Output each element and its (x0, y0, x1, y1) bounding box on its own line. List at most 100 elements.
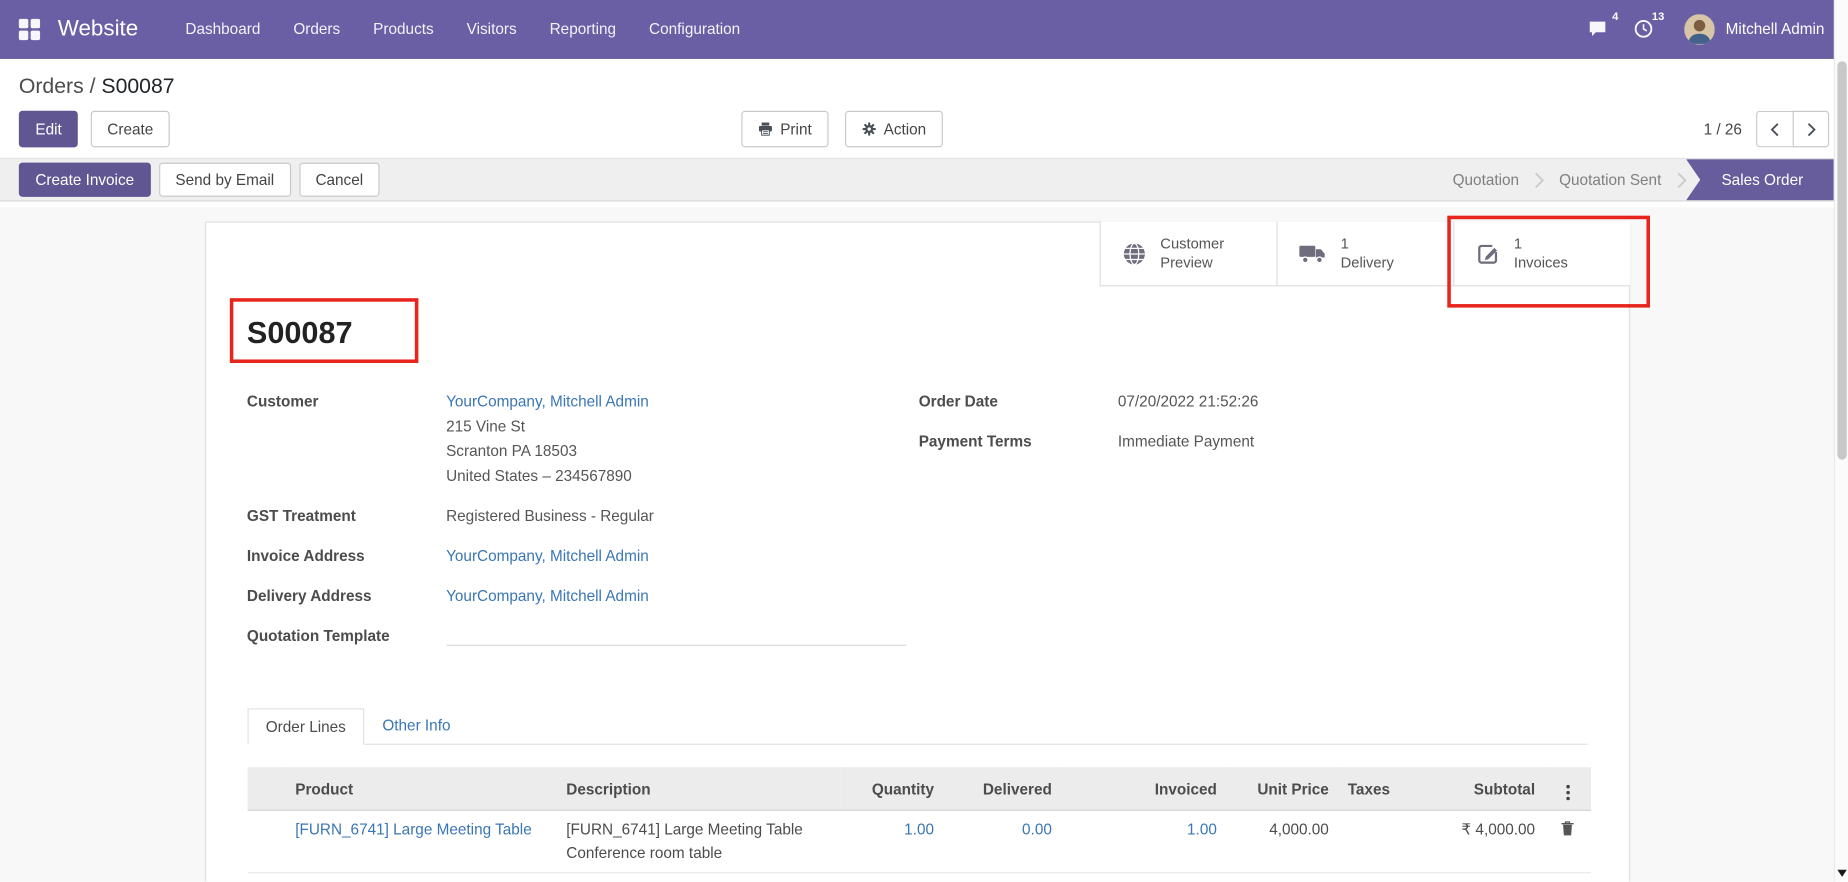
column-delivered[interactable]: Delivered (943, 767, 1061, 810)
order-sheet: Customer Preview 1 Delivery (204, 222, 1629, 882)
menu-dashboard[interactable]: Dashboard (169, 0, 277, 58)
pager: 1 / 26 (1704, 111, 1830, 148)
action-button[interactable]: Action (845, 111, 943, 148)
scrollbar-thumb[interactable] (1837, 61, 1846, 459)
order-line-row[interactable]: [FURN_6741] Large Meeting Table [FURN_67… (247, 810, 1591, 872)
messages-button[interactable]: 4 (1588, 19, 1608, 39)
table-header-row: Product Description Quantity Delivered I… (247, 767, 1591, 810)
quotation-template-value[interactable] (446, 623, 906, 645)
clock-icon (1634, 19, 1654, 39)
customer-link[interactable]: YourCompany, Mitchell Admin (446, 392, 649, 410)
taxes-cell (1338, 810, 1409, 872)
payment-terms-value: Immediate Payment (1118, 429, 1254, 454)
product-link[interactable]: [FURN_6741] Large Meeting Table (295, 820, 531, 838)
chevron-right-icon (1806, 122, 1815, 136)
breadcrumb-separator: / (90, 74, 96, 98)
subtotal-cell: ₹ 4,000.00 (1409, 810, 1545, 872)
user-name: Mitchell Admin (1726, 20, 1825, 38)
field-payment-terms: Payment Terms Immediate Payment (919, 429, 1587, 454)
delete-line-button[interactable] (1558, 818, 1577, 843)
column-quantity[interactable]: Quantity (840, 767, 944, 810)
handle-column-header (247, 767, 286, 810)
stat-button-box: Customer Preview 1 Delivery (1099, 222, 1629, 287)
pager-next-button[interactable] (1793, 111, 1830, 148)
gst-treatment-value: Registered Business - Regular (446, 503, 654, 528)
payment-terms-label: Payment Terms (919, 429, 1118, 454)
statusbar: Quotation Quotation Sent Sales Order (1437, 159, 1834, 200)
column-taxes[interactable]: Taxes (1338, 767, 1409, 810)
printer-icon (758, 121, 773, 136)
column-product[interactable]: Product (286, 767, 557, 810)
pager-value: 1 / 26 (1704, 120, 1742, 138)
field-invoice-address: Invoice Address YourCompany, Mitchell Ad… (247, 543, 919, 568)
field-customer: Customer YourCompany, Mitchell Admin 215… (247, 389, 919, 488)
user-menu[interactable]: Mitchell Admin (1684, 14, 1824, 45)
chat-icon (1588, 19, 1608, 39)
quantity-cell: 1.00 (840, 810, 944, 872)
main-menu: Dashboard Orders Products Visitors Repor… (169, 0, 757, 58)
app-title[interactable]: Website (58, 16, 138, 42)
field-order-date: Order Date 07/20/2022 21:52:26 (919, 389, 1587, 414)
create-button[interactable]: Create (91, 111, 170, 148)
field-gst-treatment: GST Treatment Registered Business - Regu… (247, 503, 919, 528)
column-subtotal[interactable]: Subtotal (1409, 767, 1545, 810)
field-delivery-address: Delivery Address YourCompany, Mitchell A… (247, 583, 919, 608)
breadcrumb-orders[interactable]: Orders (19, 74, 84, 98)
description-line-2: Conference room table (566, 841, 830, 865)
list-add-links: Add a product Add a section Add a note (247, 873, 1587, 881)
chevron-left-icon (1770, 122, 1779, 136)
delivery-stat-button[interactable]: 1 Delivery (1276, 222, 1453, 287)
pencil-square-icon (1475, 241, 1500, 266)
invoice-address-link[interactable]: YourCompany, Mitchell Admin (446, 547, 649, 565)
control-panel: Orders / S00087 Edit Create Print (0, 59, 1848, 158)
print-button[interactable]: Print (741, 111, 828, 148)
create-invoice-button[interactable]: Create Invoice (19, 163, 151, 197)
activities-button[interactable]: 13 (1634, 19, 1654, 39)
delivered-cell: 0.00 (943, 810, 1061, 872)
status-step-quotation[interactable]: Quotation (1437, 159, 1534, 200)
breadcrumb: Orders / S00087 (19, 74, 1829, 99)
trash-icon (1560, 820, 1574, 837)
systray: 4 13 Mitchell Admin (1562, 14, 1825, 45)
truck-icon (1298, 242, 1326, 264)
activities-badge: 13 (1652, 11, 1664, 24)
send-by-email-button[interactable]: Send by Email (159, 163, 291, 197)
customer-address-line: United States – 234567890 (446, 463, 649, 488)
pager-previous-button[interactable] (1756, 111, 1793, 148)
edit-button[interactable]: Edit (19, 111, 78, 148)
customer-address-line: 215 Vine St (446, 414, 649, 439)
user-avatar (1684, 14, 1715, 45)
column-invoiced[interactable]: Invoiced (1061, 767, 1226, 810)
customer-address-line: Scranton PA 18503 (446, 438, 649, 463)
column-description[interactable]: Description (557, 767, 840, 810)
customer-preview-button[interactable]: Customer Preview (1099, 222, 1276, 287)
menu-reporting[interactable]: Reporting (533, 0, 632, 58)
menu-visitors[interactable]: Visitors (450, 0, 533, 58)
description-line-1: [FURN_6741] Large Meeting Table (566, 818, 830, 842)
gst-treatment-label: GST Treatment (247, 503, 446, 528)
menu-products[interactable]: Products (357, 0, 450, 58)
description-cell: [FURN_6741] Large Meeting Table Conferen… (557, 810, 840, 872)
status-separator-icon (1677, 159, 1686, 200)
vertical-scrollbar[interactable] (1834, 0, 1848, 882)
cp-center-buttons: Print Action (741, 111, 959, 148)
order-date-label: Order Date (919, 389, 1118, 414)
invoices-stat-button[interactable]: 1 Invoices (1453, 222, 1630, 287)
cancel-button[interactable]: Cancel (299, 163, 380, 197)
optional-columns-toggle-icon[interactable] (1561, 783, 1574, 803)
unit-price-cell: 4,000.00 (1226, 810, 1338, 872)
tab-other-info[interactable]: Other Info (365, 708, 468, 743)
order-date-value: 07/20/2022 21:52:26 (1118, 389, 1259, 414)
scrollbar-down-arrow-icon[interactable] (1837, 870, 1846, 877)
status-step-sales-order[interactable]: Sales Order (1686, 159, 1834, 200)
column-unit-price[interactable]: Unit Price (1226, 767, 1338, 810)
optional-columns-header (1545, 767, 1591, 810)
messages-badge: 4 (1612, 11, 1618, 24)
tab-order-lines[interactable]: Order Lines (247, 708, 365, 745)
menu-orders[interactable]: Orders (277, 0, 357, 58)
menu-configuration[interactable]: Configuration (633, 0, 757, 58)
customer-label: Customer (247, 389, 446, 488)
status-step-quotation-sent[interactable]: Quotation Sent (1544, 159, 1677, 200)
apps-grid-icon[interactable] (19, 18, 40, 39)
delivery-address-link[interactable]: YourCompany, Mitchell Admin (446, 587, 649, 605)
